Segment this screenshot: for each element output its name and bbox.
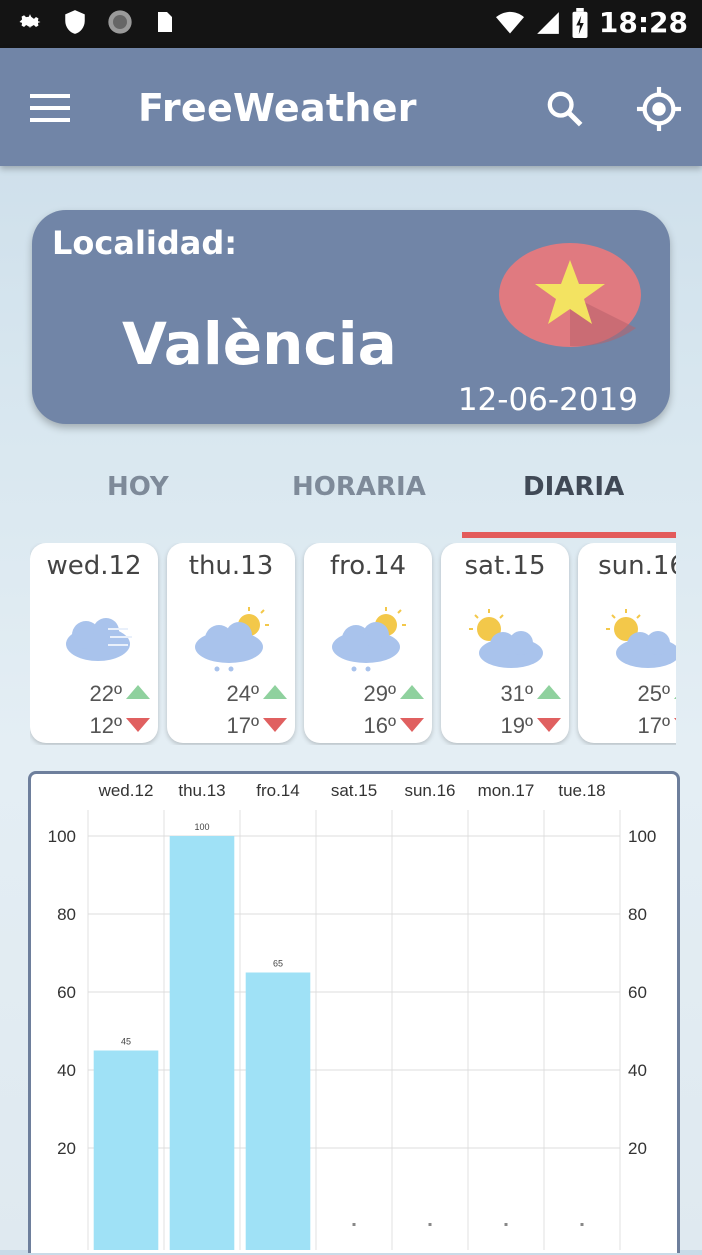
- temp-up-icon: [400, 685, 424, 699]
- day-name: fro.14: [329, 551, 407, 581]
- min-temp: 16º: [363, 713, 396, 738]
- y-tick-label-left: 80: [57, 905, 76, 924]
- shield-icon: [65, 10, 85, 34]
- tab-horaria[interactable]: HORARIA: [292, 472, 426, 502]
- sun-cloud-icon: [606, 609, 676, 668]
- y-tick-label-left: 100: [48, 827, 76, 846]
- y-tick-label-right: 40: [628, 1061, 647, 1080]
- location-label: Localidad:: [52, 224, 238, 262]
- x-category-label: tue.18: [558, 781, 605, 800]
- day-name: sun.16: [598, 551, 676, 581]
- gear-icon: [19, 14, 41, 29]
- day-card[interactable]: thu.13 24º 17º: [167, 543, 295, 743]
- temp-down-icon: [537, 718, 561, 732]
- x-category-label: sun.16: [404, 781, 455, 800]
- menu-icon[interactable]: [30, 92, 70, 124]
- min-temp: 19º: [500, 713, 533, 738]
- min-temp: 17º: [226, 713, 259, 738]
- sd-card-icon: [158, 12, 172, 32]
- wifi-icon: [495, 11, 524, 33]
- chart-bar: [428, 1223, 432, 1226]
- max-temp: 31º: [500, 681, 533, 706]
- x-category-label: wed.12: [98, 781, 154, 800]
- sun-cloud-icon: [469, 609, 543, 668]
- chart-bar: [504, 1223, 508, 1226]
- x-category-label: sat.15: [331, 781, 377, 800]
- temp-up-icon: [674, 685, 676, 699]
- y-tick-label-left: 60: [57, 983, 76, 1002]
- day-name: sat.15: [464, 551, 546, 581]
- y-tick-label-left: 20: [57, 1139, 76, 1158]
- y-tick-label-right: 20: [628, 1139, 647, 1158]
- y-tick-label-right: 80: [628, 905, 647, 924]
- temp-up-icon: [537, 685, 561, 699]
- tab-diaria[interactable]: DIARIA: [523, 472, 624, 502]
- app-title: FreeWeather: [138, 86, 417, 130]
- precipitation-chart: 20 20 40 40 60 60 80 80 100 100 wed.12 thu.13 fro.14…: [48, 781, 656, 1250]
- favorite-star-icon[interactable]: [498, 242, 642, 348]
- city-name: València: [122, 310, 397, 378]
- precipitation-chart-card: 20 20 40 40 60 60 80 80 100 100 wed.12 thu.13 fro.14…: [28, 771, 680, 1253]
- my-location-icon[interactable]: [636, 86, 682, 132]
- temp-up-icon: [263, 685, 287, 699]
- bar-value-label: 65: [273, 959, 283, 969]
- chart-bar: [580, 1223, 584, 1226]
- chart-bar: [169, 836, 235, 1250]
- min-temp: 17º: [637, 713, 670, 738]
- app-bar: FreeWeather: [0, 48, 702, 166]
- temp-down-icon: [674, 718, 676, 732]
- max-temp: 25º: [637, 681, 670, 706]
- max-temp: 24º: [226, 681, 259, 706]
- x-category-label: mon.17: [478, 781, 535, 800]
- tab-hoy[interactable]: HOY: [107, 472, 169, 502]
- x-category-label: thu.13: [178, 781, 225, 800]
- temp-down-icon: [263, 718, 287, 732]
- day-card[interactable]: sun.16 25º 17º: [578, 543, 676, 743]
- y-tick-label-right: 100: [628, 827, 656, 846]
- day-card[interactable]: fro.14 29º 16º: [304, 543, 432, 743]
- max-temp: 22º: [89, 681, 122, 706]
- signal-icon: [537, 11, 559, 34]
- day-name: wed.12: [46, 551, 142, 581]
- y-tick-label-right: 60: [628, 983, 647, 1002]
- search-icon[interactable]: [544, 88, 584, 128]
- temp-up-icon: [126, 685, 150, 699]
- bar-value-label: 100: [194, 822, 209, 832]
- temp-down-icon: [400, 718, 424, 732]
- circle-app-icon: [108, 10, 132, 34]
- forecast-tabs: HOY HORARIA DIARIA: [32, 454, 676, 540]
- min-temp: 12º: [89, 713, 122, 738]
- sun-cloud-rain-icon: [332, 607, 406, 672]
- battery-icon: [572, 7, 588, 38]
- forecast-date: 12-06-2019: [457, 382, 638, 418]
- temp-down-icon: [126, 718, 150, 732]
- day-card[interactable]: sat.15 31º 19º: [441, 543, 569, 743]
- location-card: Localidad: València 12-06-2019: [32, 210, 670, 424]
- status-bar: 18:28: [0, 0, 702, 48]
- chart-bar: [93, 1050, 159, 1250]
- clock: 18:28: [598, 6, 688, 39]
- day-name: thu.13: [188, 551, 274, 581]
- max-temp: 29º: [363, 681, 396, 706]
- chart-bar: [352, 1223, 356, 1226]
- chart-bar: [245, 972, 311, 1250]
- day-card[interactable]: wed.12 22º 12º: [30, 543, 158, 743]
- daily-forecast-list[interactable]: wed.12 22º 12º thu.13 24º 17º fro.14 29º…: [30, 543, 676, 745]
- sun-cloud-rain-icon: [195, 607, 269, 672]
- active-tab-indicator: [462, 532, 676, 538]
- cloud-wind-icon: [66, 618, 132, 661]
- bar-value-label: 45: [121, 1037, 131, 1047]
- y-tick-label-left: 40: [57, 1061, 76, 1080]
- x-category-label: fro.14: [256, 781, 299, 800]
